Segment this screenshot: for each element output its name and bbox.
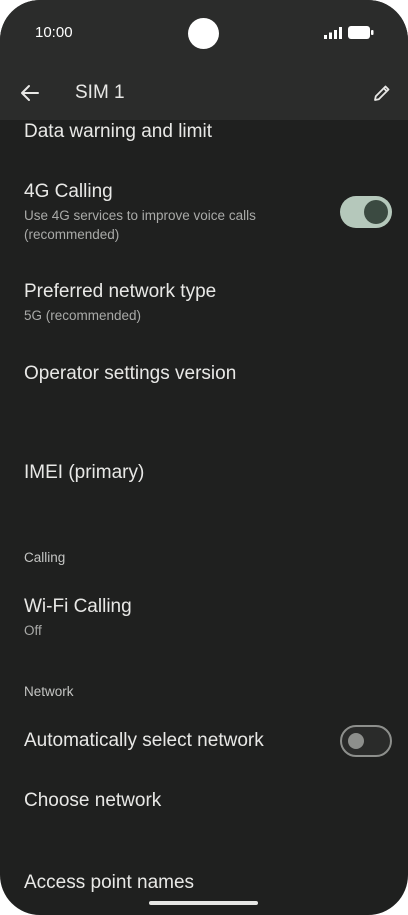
auto-select-network-item[interactable]: Automatically select network	[24, 729, 384, 753]
phone-screen: 10:00 SIM 1 Data warning and limit 4G Ca…	[0, 0, 408, 915]
imei-title: IMEI (primary)	[24, 462, 145, 483]
calling-4g-subtitle-line2: (recommended)	[24, 227, 120, 242]
signal-icon	[324, 26, 342, 39]
wifi-calling-title: Wi-Fi Calling	[24, 596, 132, 617]
choose-network-item[interactable]: Choose network	[24, 789, 384, 813]
toggle-knob	[348, 733, 364, 749]
calling-4g-item[interactable]: 4G Calling Use 4G services to improve vo…	[24, 180, 384, 244]
toggle-knob	[364, 200, 388, 224]
edit-button[interactable]	[368, 79, 396, 107]
choose-network-title: Choose network	[24, 790, 162, 811]
back-button[interactable]	[16, 79, 44, 107]
auto-select-network-toggle[interactable]	[340, 725, 392, 757]
wifi-calling-item[interactable]: Wi-Fi Calling Off	[24, 595, 384, 640]
operator-version-item[interactable]: Operator settings version	[24, 362, 384, 386]
status-bar: 10:00	[0, 0, 408, 66]
apn-item[interactable]: Access point names	[24, 871, 384, 895]
camera-cutout	[188, 18, 219, 49]
apn-title: Access point names	[24, 872, 195, 893]
status-time: 10:00	[35, 24, 73, 41]
pencil-icon	[374, 85, 390, 101]
preferred-network-title: Preferred network type	[24, 281, 217, 302]
preferred-network-item[interactable]: Preferred network type 5G (recommended)	[24, 280, 384, 325]
auto-select-network-title: Automatically select network	[24, 730, 264, 751]
imei-item[interactable]: IMEI (primary)	[24, 461, 384, 485]
battery-icon	[348, 26, 374, 39]
app-bar: SIM 1	[0, 66, 408, 120]
settings-list: Data warning and limit 4G Calling Use 4G…	[0, 120, 408, 915]
section-header-calling: Calling	[24, 550, 66, 565]
section-header-network: Network	[24, 684, 74, 699]
preferred-network-subtitle: 5G (recommended)	[24, 308, 142, 323]
operator-version-title: Operator settings version	[24, 363, 237, 384]
calling-4g-title: 4G Calling	[24, 181, 113, 202]
home-indicator[interactable]	[149, 901, 258, 905]
wifi-calling-subtitle: Off	[24, 623, 42, 638]
calling-4g-toggle[interactable]	[340, 196, 392, 228]
data-warning-item[interactable]: Data warning and limit	[24, 120, 384, 144]
data-warning-title: Data warning and limit	[24, 121, 212, 142]
arrow-left-icon	[21, 85, 39, 101]
calling-4g-subtitle-line1: Use 4G services to improve voice calls	[24, 208, 256, 223]
status-icons	[324, 26, 374, 39]
page-title: SIM 1	[75, 82, 125, 103]
